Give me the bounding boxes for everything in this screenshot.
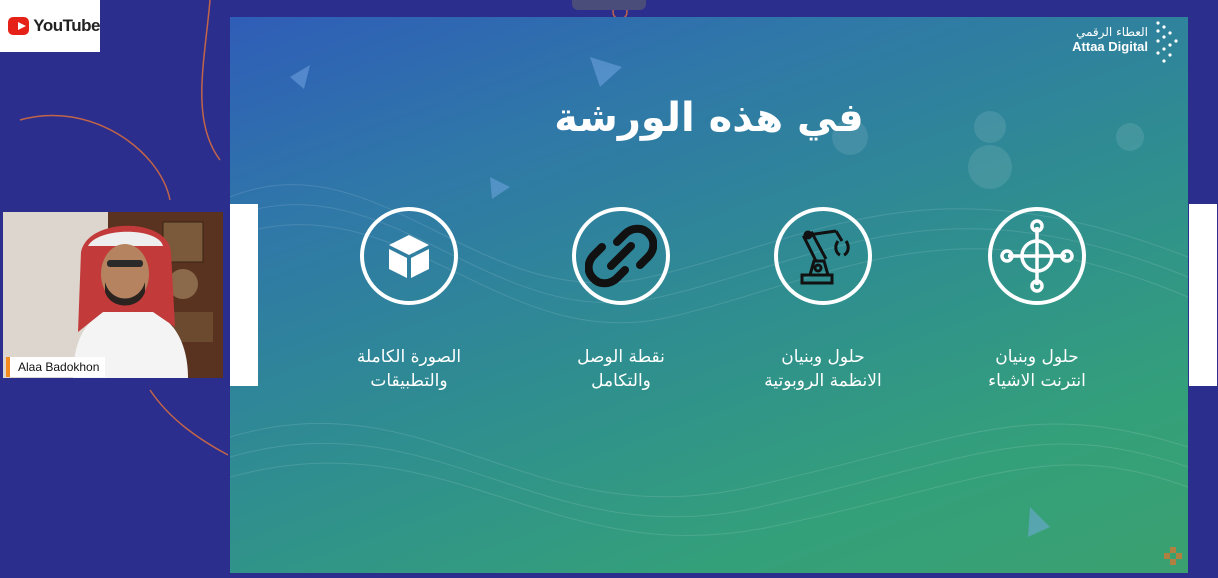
youtube-logo[interactable]: YouTube [0,0,100,52]
feature-line-1: نقطة الوصل [577,347,665,367]
feature-line-1: حلول وبنيان [995,347,1079,367]
feature-line-2: الانظمة الروبوتية [764,371,882,391]
box-icon [360,207,458,305]
presenter-video [3,212,223,378]
slide-nav-left-tab[interactable] [230,204,258,386]
feature-label: حلول وبنيان انترنت الاشياء [952,345,1122,393]
logo-arabic-text: العطاء الرقمي [1075,25,1148,39]
feature-connection-point: نقطة الوصل والتكامل [536,207,706,393]
logo-english-text: Attaa Digital [1072,39,1148,54]
feature-line-2: والتكامل [591,371,651,391]
robotic-arm-icon [774,207,872,305]
feature-label: الصورة الكاملة والتطبيقات [324,345,494,393]
feature-line-1: حلول وبنيان [781,347,865,367]
chain-link-icon [572,207,670,305]
feature-label: حلول وبنيان الانظمة الروبوتية [738,345,908,393]
feature-line-2: والتطبيقات [370,371,448,391]
top-toolbar-handle[interactable] [572,0,646,10]
feature-full-picture: الصورة الكاملة والتطبيقات [324,207,494,393]
attaa-digital-logo: العطاء الرقمي Attaa Digital [1072,21,1178,63]
corner-logo-icon [1164,547,1182,565]
presenter-video-frame [3,212,223,378]
feature-line-2: انترنت الاشياء [988,371,1086,391]
feature-line-1: الصورة الكاملة [356,347,462,367]
youtube-label: YouTube [33,16,100,35]
presenter-name-label: Alaa Badokhon [6,357,106,377]
youtube-play-icon [8,17,30,35]
feature-robotic-systems: حلول وبنيان الانظمة الروبوتية [738,207,908,393]
logo-dots-icon [1156,21,1178,63]
slide-title: في هذه الورشة [554,95,864,141]
feature-internet-of-things: حلول وبنيان انترنت الاشياء [952,207,1122,393]
presentation-slide: العطاء الرقمي Attaa Digital في هذه الورش… [230,17,1188,573]
slide-nav-right-tab[interactable] [1189,204,1217,386]
iot-network-icon [988,207,1086,305]
feature-label: نقطة الوصل والتكامل [536,345,706,393]
